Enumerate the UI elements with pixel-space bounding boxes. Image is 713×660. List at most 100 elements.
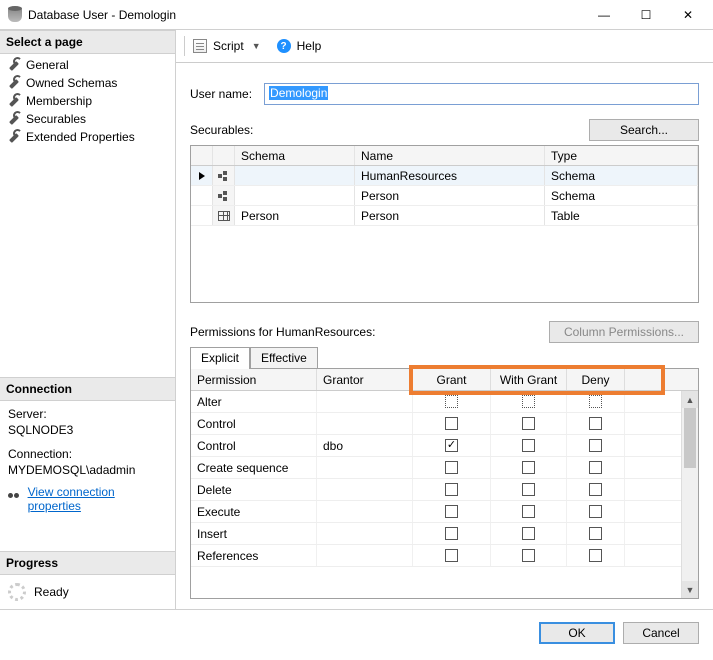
view-connection-properties-link[interactable]: View connection properties <box>28 485 167 513</box>
checkbox[interactable] <box>522 461 535 474</box>
username-input[interactable]: Demologin <box>264 83 699 105</box>
checkbox[interactable] <box>522 395 535 408</box>
checkbox[interactable] <box>522 439 535 452</box>
permission-row[interactable]: Create sequence <box>191 457 698 479</box>
col-name[interactable]: Name <box>355 146 545 165</box>
nav-extended-properties[interactable]: Extended Properties <box>0 128 175 146</box>
permission-row[interactable]: Execute <box>191 501 698 523</box>
minimize-button[interactable]: — <box>583 1 625 29</box>
cell-type: Schema <box>545 166 698 185</box>
cell-permission: References <box>191 545 317 566</box>
securable-row[interactable]: PersonSchema <box>191 186 698 206</box>
checkbox[interactable] <box>522 505 535 518</box>
permission-row[interactable]: Alter <box>191 391 698 413</box>
checkbox[interactable] <box>522 483 535 496</box>
securable-row[interactable]: PersonPersonTable <box>191 206 698 226</box>
checkbox[interactable] <box>445 461 458 474</box>
cell-permission: Control <box>191 413 317 434</box>
checkbox[interactable] <box>589 483 602 496</box>
cell-grantor: dbo <box>317 435 413 456</box>
dialog-footer: OK Cancel <box>0 610 713 656</box>
script-button[interactable]: Script <box>213 39 244 53</box>
checkbox[interactable] <box>589 527 602 540</box>
ok-button[interactable]: OK <box>539 622 615 644</box>
scrollbar[interactable]: ▲ ▼ <box>681 391 698 598</box>
schema-icon <box>218 191 230 201</box>
checkbox[interactable] <box>445 395 458 408</box>
checkbox[interactable] <box>589 505 602 518</box>
cell-grantor <box>317 545 413 566</box>
cell-grantor <box>317 523 413 544</box>
perm-tabs: Explicit Effective <box>190 347 699 369</box>
checkbox[interactable] <box>522 417 535 430</box>
cell-permission: Delete <box>191 479 317 500</box>
cell-schema: Person <box>235 206 355 225</box>
maximize-button[interactable]: ☐ <box>625 1 667 29</box>
connection-header: Connection <box>0 377 175 401</box>
scroll-thumb[interactable] <box>684 408 696 468</box>
cell-type: Table <box>545 206 698 225</box>
permissions-grid[interactable]: Permission Grantor Grant With Grant Deny… <box>190 368 699 599</box>
cell-permission: Insert <box>191 523 317 544</box>
tab-effective[interactable]: Effective <box>250 347 318 369</box>
checkbox[interactable] <box>522 527 535 540</box>
connection-info: Server: SQLNODE3 Connection: MYDEMOSQL\a… <box>0 401 175 521</box>
help-icon: ? <box>277 39 291 53</box>
nav-general[interactable]: General <box>0 56 175 74</box>
checkbox[interactable] <box>589 395 602 408</box>
checkbox[interactable] <box>445 505 458 518</box>
wrench-icon <box>8 95 20 107</box>
script-dropdown-icon[interactable]: ▼ <box>252 41 261 51</box>
col-schema[interactable]: Schema <box>235 146 355 165</box>
checkbox[interactable] <box>589 461 602 474</box>
help-button[interactable]: Help <box>297 39 322 53</box>
permission-row[interactable]: Delete <box>191 479 698 501</box>
scroll-up-icon[interactable]: ▲ <box>682 391 698 408</box>
cell-name: Person <box>355 206 545 225</box>
nav-membership[interactable]: Membership <box>0 92 175 110</box>
checkbox[interactable] <box>445 483 458 496</box>
col-grantor[interactable]: Grantor <box>317 369 413 390</box>
checkbox[interactable] <box>445 549 458 562</box>
permission-row[interactable]: References <box>191 545 698 567</box>
permissions-label: Permissions for HumanResources: <box>190 325 375 339</box>
securables-grid[interactable]: Schema Name Type HumanResourcesSchemaPer… <box>190 145 699 303</box>
col-deny[interactable]: Deny <box>567 369 625 390</box>
tab-explicit[interactable]: Explicit <box>190 347 250 369</box>
scroll-down-icon[interactable]: ▼ <box>682 581 698 598</box>
close-button[interactable]: ✕ <box>667 1 709 29</box>
cell-grantor <box>317 501 413 522</box>
permission-row[interactable]: Control <box>191 413 698 435</box>
checkbox[interactable] <box>445 417 458 430</box>
nav-securables[interactable]: Securables <box>0 110 175 128</box>
cell-grantor <box>317 457 413 478</box>
cell-grantor <box>317 479 413 500</box>
cancel-button[interactable]: Cancel <box>623 622 699 644</box>
col-type[interactable]: Type <box>545 146 698 165</box>
checkbox[interactable] <box>589 439 602 452</box>
permission-row[interactable]: Controldbo <box>191 435 698 457</box>
checkbox[interactable] <box>589 549 602 562</box>
nav-label: Owned Schemas <box>26 76 117 90</box>
nav-owned-schemas[interactable]: Owned Schemas <box>0 74 175 92</box>
left-pane: Select a page General Owned Schemas Memb… <box>0 30 176 609</box>
permission-row[interactable]: Insert <box>191 523 698 545</box>
checkbox[interactable] <box>589 417 602 430</box>
cell-type: Schema <box>545 186 698 205</box>
toolbar: Script ▼ ? Help <box>176 30 713 62</box>
search-button[interactable]: Search... <box>589 119 699 141</box>
checkbox[interactable] <box>522 549 535 562</box>
progress-header: Progress <box>0 551 175 575</box>
col-grant[interactable]: Grant <box>413 369 491 390</box>
securable-row[interactable]: HumanResourcesSchema <box>191 166 698 186</box>
cell-grantor <box>317 413 413 434</box>
spinner-icon <box>8 583 26 601</box>
cell-name: Person <box>355 186 545 205</box>
checkbox[interactable] <box>445 439 458 452</box>
titlebar: Database User - Demologin — ☐ ✕ <box>0 0 713 30</box>
col-permission[interactable]: Permission <box>191 369 317 390</box>
checkbox[interactable] <box>445 527 458 540</box>
page-nav: General Owned Schemas Membership Securab… <box>0 54 175 148</box>
col-with-grant[interactable]: With Grant <box>491 369 567 390</box>
people-icon <box>8 493 22 505</box>
